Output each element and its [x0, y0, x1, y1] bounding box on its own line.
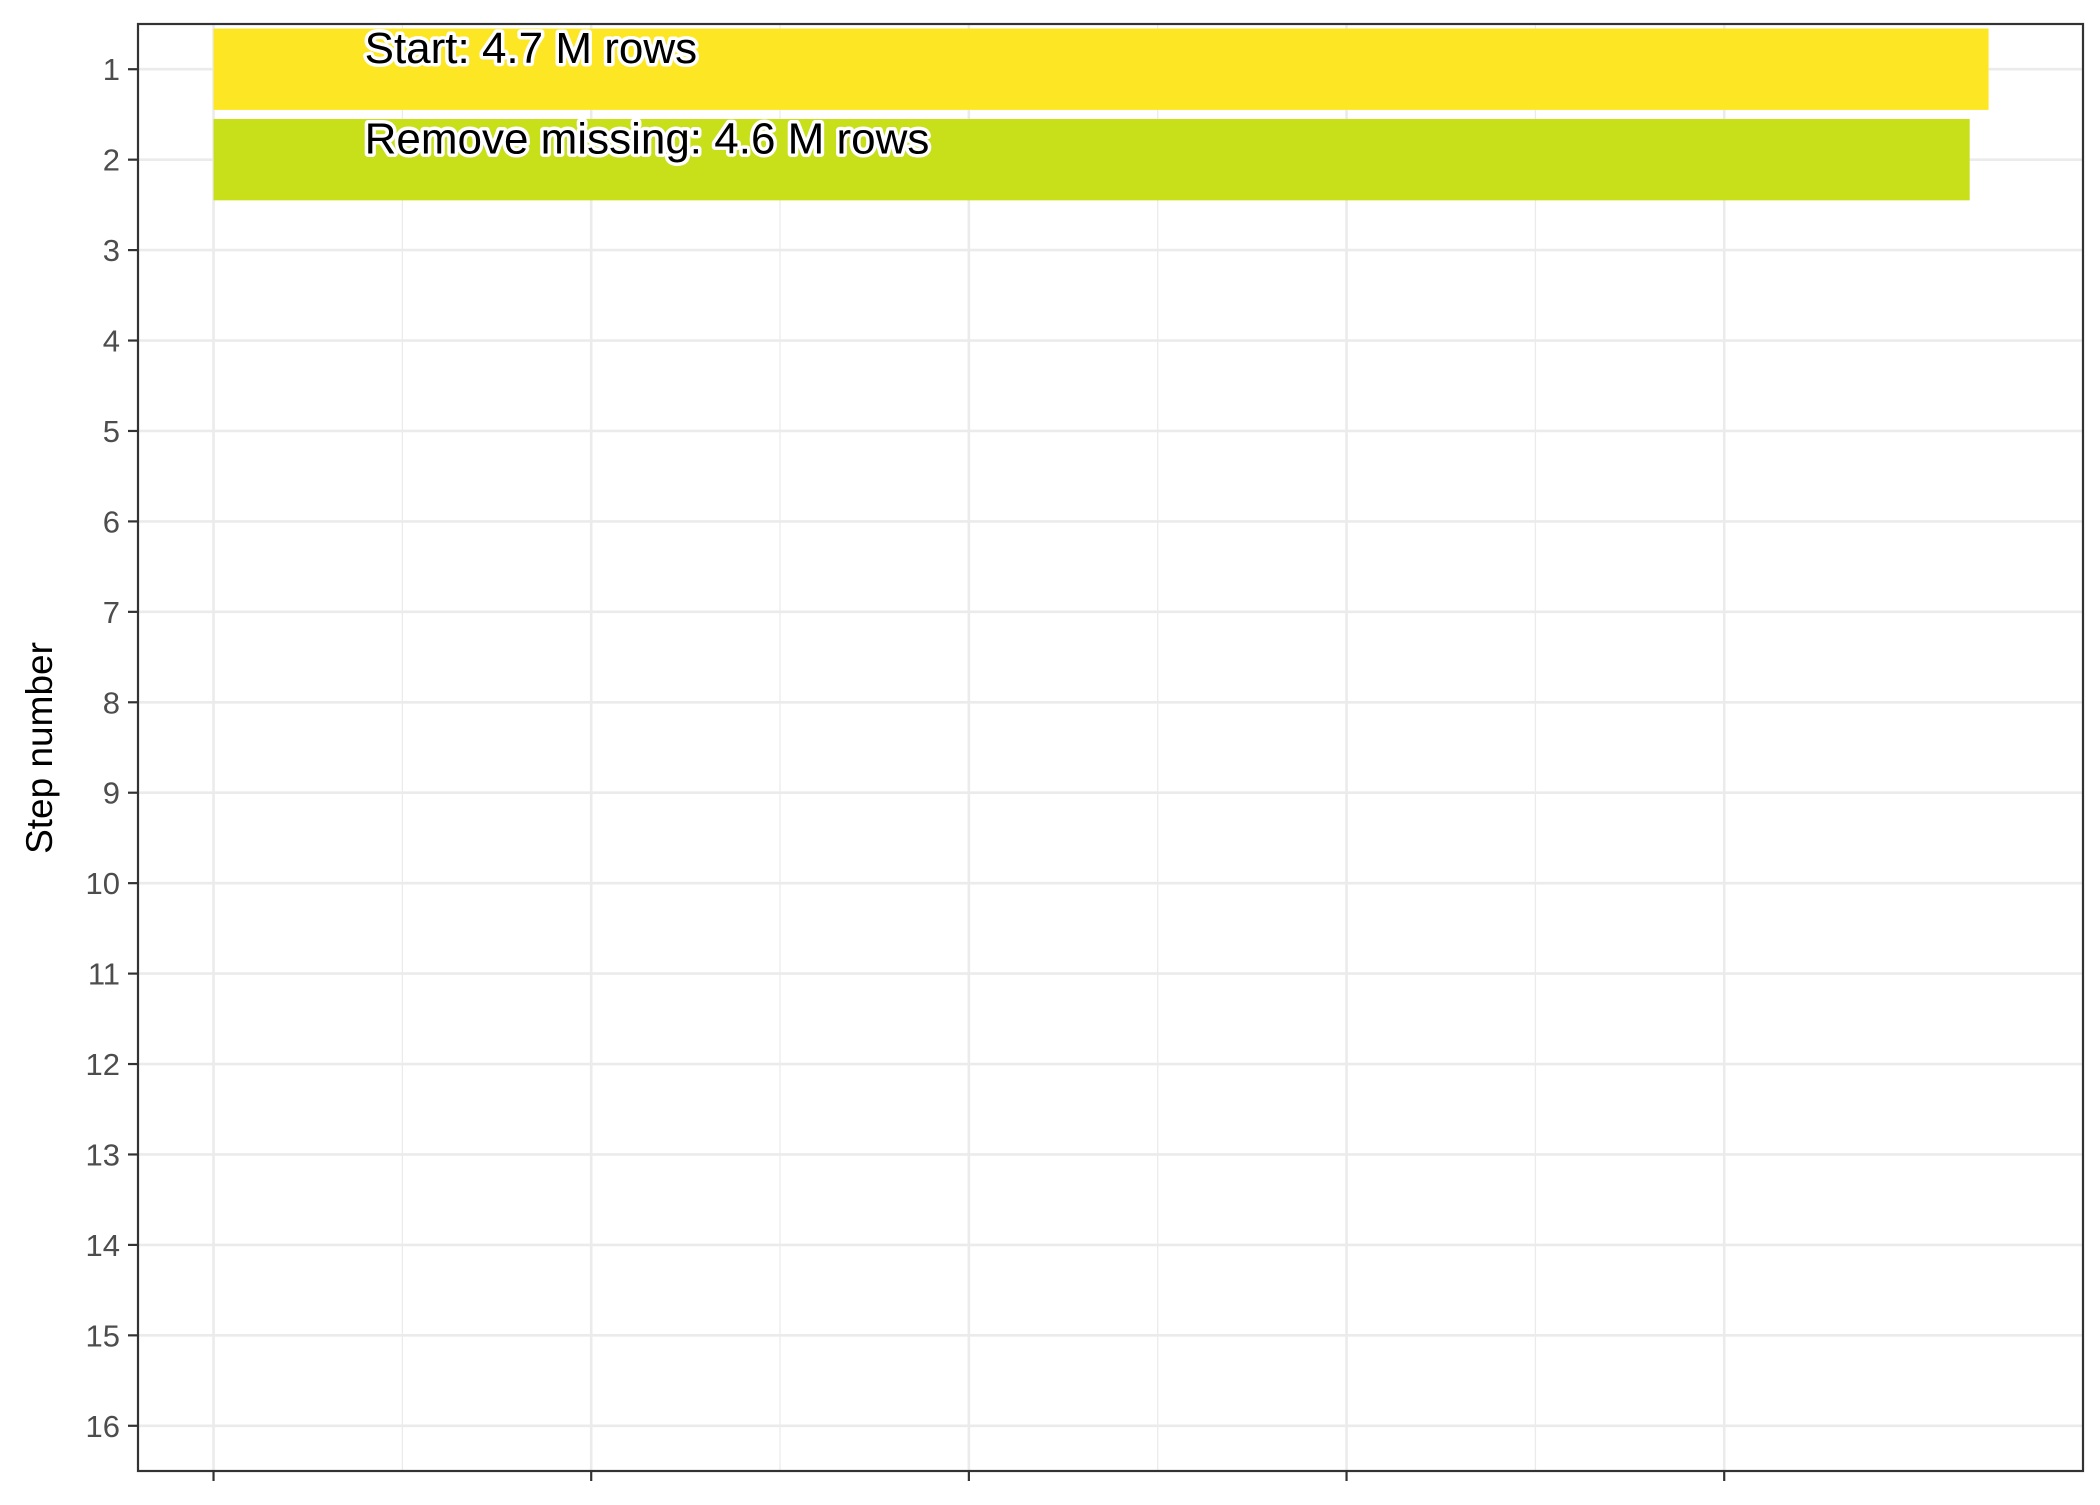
y-tick-label: 12: [86, 1047, 120, 1082]
y-tick-label: 10: [86, 866, 120, 901]
y-tick-label: 3: [103, 233, 120, 268]
bar-label: Start: 4.7 M rows: [365, 24, 698, 73]
step-bar-chart: Start: 4.7 M rows Remove missing: 4.6 M r…: [0, 0, 2100, 1500]
y-tick-label: 11: [88, 957, 120, 992]
y-tick-label: 5: [103, 414, 120, 449]
y-tick-label: 1: [103, 52, 120, 87]
chart-svg: Start: 4.7 M rows Remove missing: 4.6 M r…: [0, 0, 2100, 1500]
y-axis-title: Step number: [19, 642, 60, 854]
y-tick-label: 16: [86, 1409, 120, 1444]
y-tick-label: 6: [103, 504, 120, 539]
chart-background: [0, 0, 2100, 1500]
bar-label: Remove missing: 4.6 M rows: [365, 115, 930, 164]
y-tick-label: 9: [103, 776, 120, 811]
y-tick-label: 15: [86, 1318, 120, 1353]
y-tick-label: 13: [86, 1137, 120, 1172]
y-tick-label: 8: [103, 685, 120, 720]
y-tick-label: 4: [103, 324, 120, 359]
y-tick-label: 14: [86, 1228, 120, 1263]
y-tick-label: 7: [103, 595, 120, 630]
y-tick-label: 2: [103, 143, 120, 178]
